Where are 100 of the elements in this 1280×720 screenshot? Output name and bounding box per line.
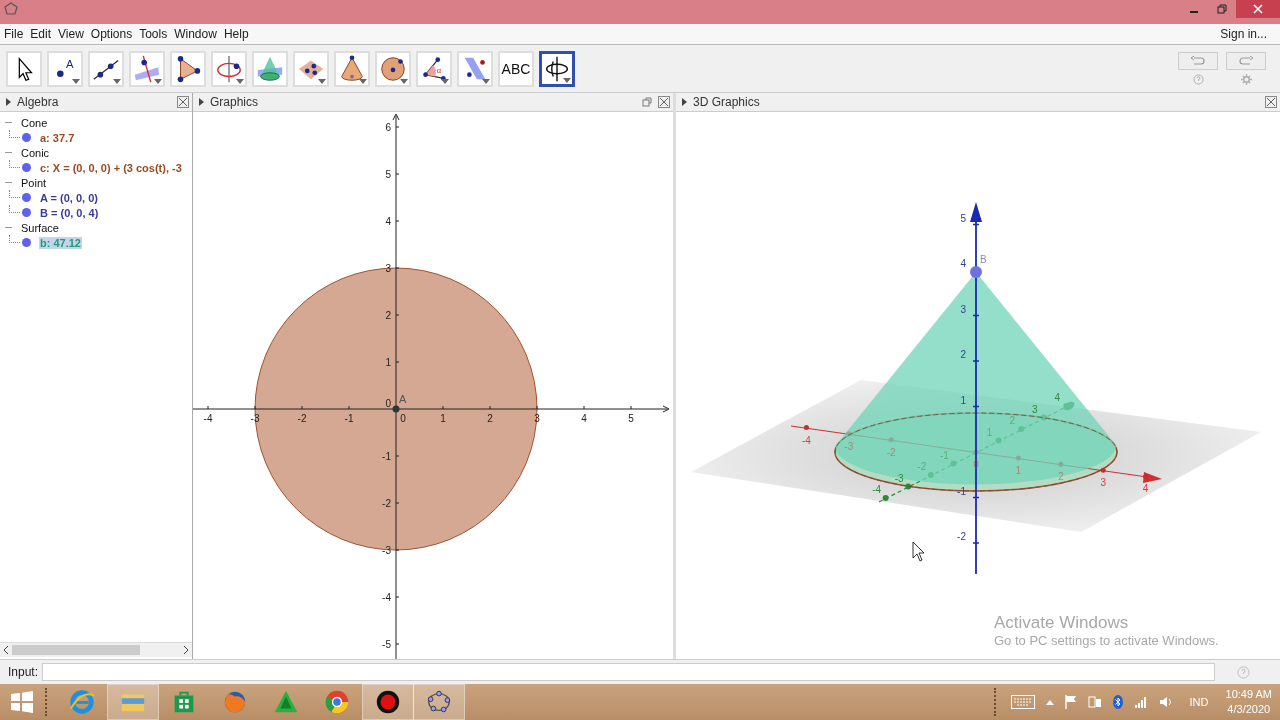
menu-item[interactable]: Help <box>223 27 254 41</box>
axis-label: 3 <box>385 263 391 274</box>
axis-label: 6 <box>385 122 391 133</box>
input-field[interactable] <box>42 663 1215 681</box>
dropdown-marker-icon[interactable] <box>359 78 367 84</box>
algebra-entry[interactable]: a: 37.7 <box>39 131 76 144</box>
record-icon[interactable] <box>374 688 402 716</box>
app-icon <box>4 2 18 16</box>
axis-label: 3 <box>960 303 966 315</box>
menu-item[interactable]: Options <box>90 27 138 41</box>
volume-icon[interactable] <box>1158 696 1173 708</box>
input-label: Input: <box>8 665 39 679</box>
axis-label: 2 <box>385 310 391 321</box>
axis-label: 4 <box>385 216 391 227</box>
collapse-icon[interactable] <box>199 98 204 106</box>
dropdown-marker-icon[interactable] <box>563 77 571 83</box>
axis-label: 4 <box>581 413 587 424</box>
axis-label: 3 <box>1100 477 1106 489</box>
keyboard-icon[interactable] <box>1010 695 1035 709</box>
collapse-icon[interactable] <box>6 98 11 106</box>
dropdown-marker-icon[interactable] <box>236 78 244 84</box>
circle-logo-icon[interactable] <box>323 688 351 716</box>
dropdown-marker-icon[interactable] <box>113 78 121 84</box>
axis-label: -2 <box>957 531 966 542</box>
restore-icon[interactable] <box>1217 4 1227 14</box>
activation-notice-text: Go to PC settings to activate Windows. <box>994 633 1219 648</box>
dropdown-marker-icon[interactable] <box>441 78 449 84</box>
axis-label: -1 <box>939 449 949 461</box>
visibility-dot[interactable] <box>22 208 31 217</box>
axis-label: 5 <box>385 169 391 180</box>
axis-label: 2 <box>487 413 493 424</box>
axis-label: 4 <box>960 258 966 269</box>
horizontal-scrollbar[interactable] <box>0 642 192 657</box>
group-label: Cone <box>21 116 48 129</box>
menu-item[interactable]: File <box>4 27 29 41</box>
start-button[interactable] <box>10 690 34 714</box>
dropdown-marker-icon[interactable] <box>154 78 162 84</box>
axis-label: -2 <box>917 461 927 472</box>
tool-button[interactable]: ABC <box>498 50 534 87</box>
caret-icon[interactable] <box>1045 699 1054 705</box>
axis-label: 0 <box>400 413 406 424</box>
signal-icon[interactable] <box>1133 696 1148 708</box>
close-icon[interactable] <box>658 96 670 108</box>
axis-label: -4 <box>382 592 391 603</box>
axis-label: 1 <box>986 426 993 438</box>
flag-icon[interactable] <box>1064 695 1077 709</box>
axis-label: -2 <box>297 413 307 424</box>
axis-label: 2 <box>1009 415 1015 426</box>
axis-label: -4 <box>801 434 811 446</box>
visibility-dot[interactable] <box>22 193 31 202</box>
menu-item[interactable]: View <box>58 27 89 41</box>
activation-notice-title: Activate Windows <box>994 613 1130 633</box>
axis-label: 1 <box>385 357 391 368</box>
axis-label: 2 <box>1058 471 1064 483</box>
close-icon[interactable] <box>177 96 189 108</box>
close-button[interactable] <box>1236 0 1280 18</box>
visibility-dot[interactable] <box>22 238 31 247</box>
menu-item[interactable]: Edit <box>30 27 57 41</box>
group-label: Point <box>21 176 47 189</box>
axis-label: -4 <box>203 413 213 424</box>
mouse-cursor-icon <box>912 541 925 562</box>
axis-label: 4 <box>1142 483 1149 495</box>
point-label: B <box>980 254 987 265</box>
visibility-dot[interactable] <box>22 163 31 172</box>
axis-label: 1 <box>440 413 446 424</box>
sign-in-link[interactable]: Sign in... <box>1220 27 1272 41</box>
collapse-icon[interactable] <box>682 98 687 106</box>
axis-label: 1 <box>1015 465 1022 477</box>
point <box>970 266 982 278</box>
menu-item[interactable]: Tools <box>139 27 173 41</box>
axis-label: -1 <box>382 451 391 462</box>
dropdown-marker-icon[interactable] <box>482 78 490 84</box>
point-label: A <box>399 393 407 405</box>
panel-title: Algebra <box>17 95 59 109</box>
bluetooth-icon[interactable] <box>1112 695 1123 709</box>
axis-label: 5 <box>628 413 634 424</box>
close-icon[interactable] <box>1265 96 1277 108</box>
axis-label: -3 <box>844 440 854 452</box>
axis-label: 2 <box>960 349 966 360</box>
menu-item[interactable]: Window <box>174 27 222 41</box>
axis-label: -3 <box>894 472 904 484</box>
dropdown-marker-icon[interactable] <box>72 78 80 84</box>
panel-title: Graphics <box>210 95 259 109</box>
axis-label: -4 <box>872 484 882 495</box>
dropdown-marker-icon[interactable] <box>318 78 326 84</box>
axis-label: 3 <box>1032 403 1038 415</box>
algebra-entry[interactable]: B = (0, 0, 4) <box>39 206 100 219</box>
axis-label: -1 <box>344 413 354 424</box>
visibility-dot[interactable] <box>22 133 31 142</box>
undock-icon[interactable] <box>642 97 652 107</box>
group-label: Conic <box>21 146 50 159</box>
dropdown-marker-icon[interactable] <box>400 78 408 84</box>
taskbar-app[interactable] <box>362 684 414 720</box>
algebra-entry[interactable]: c: X = (0, 0, 0) + (3 cos(t), -3 <box>39 161 183 174</box>
group-label: Surface <box>21 221 59 234</box>
axis-label: -5 <box>382 639 391 650</box>
axis-label: -2 <box>886 446 896 458</box>
device-icon[interactable] <box>1087 695 1102 709</box>
algebra-entry[interactable]: A = (0, 0, 0) <box>39 191 99 204</box>
point <box>392 405 400 413</box>
